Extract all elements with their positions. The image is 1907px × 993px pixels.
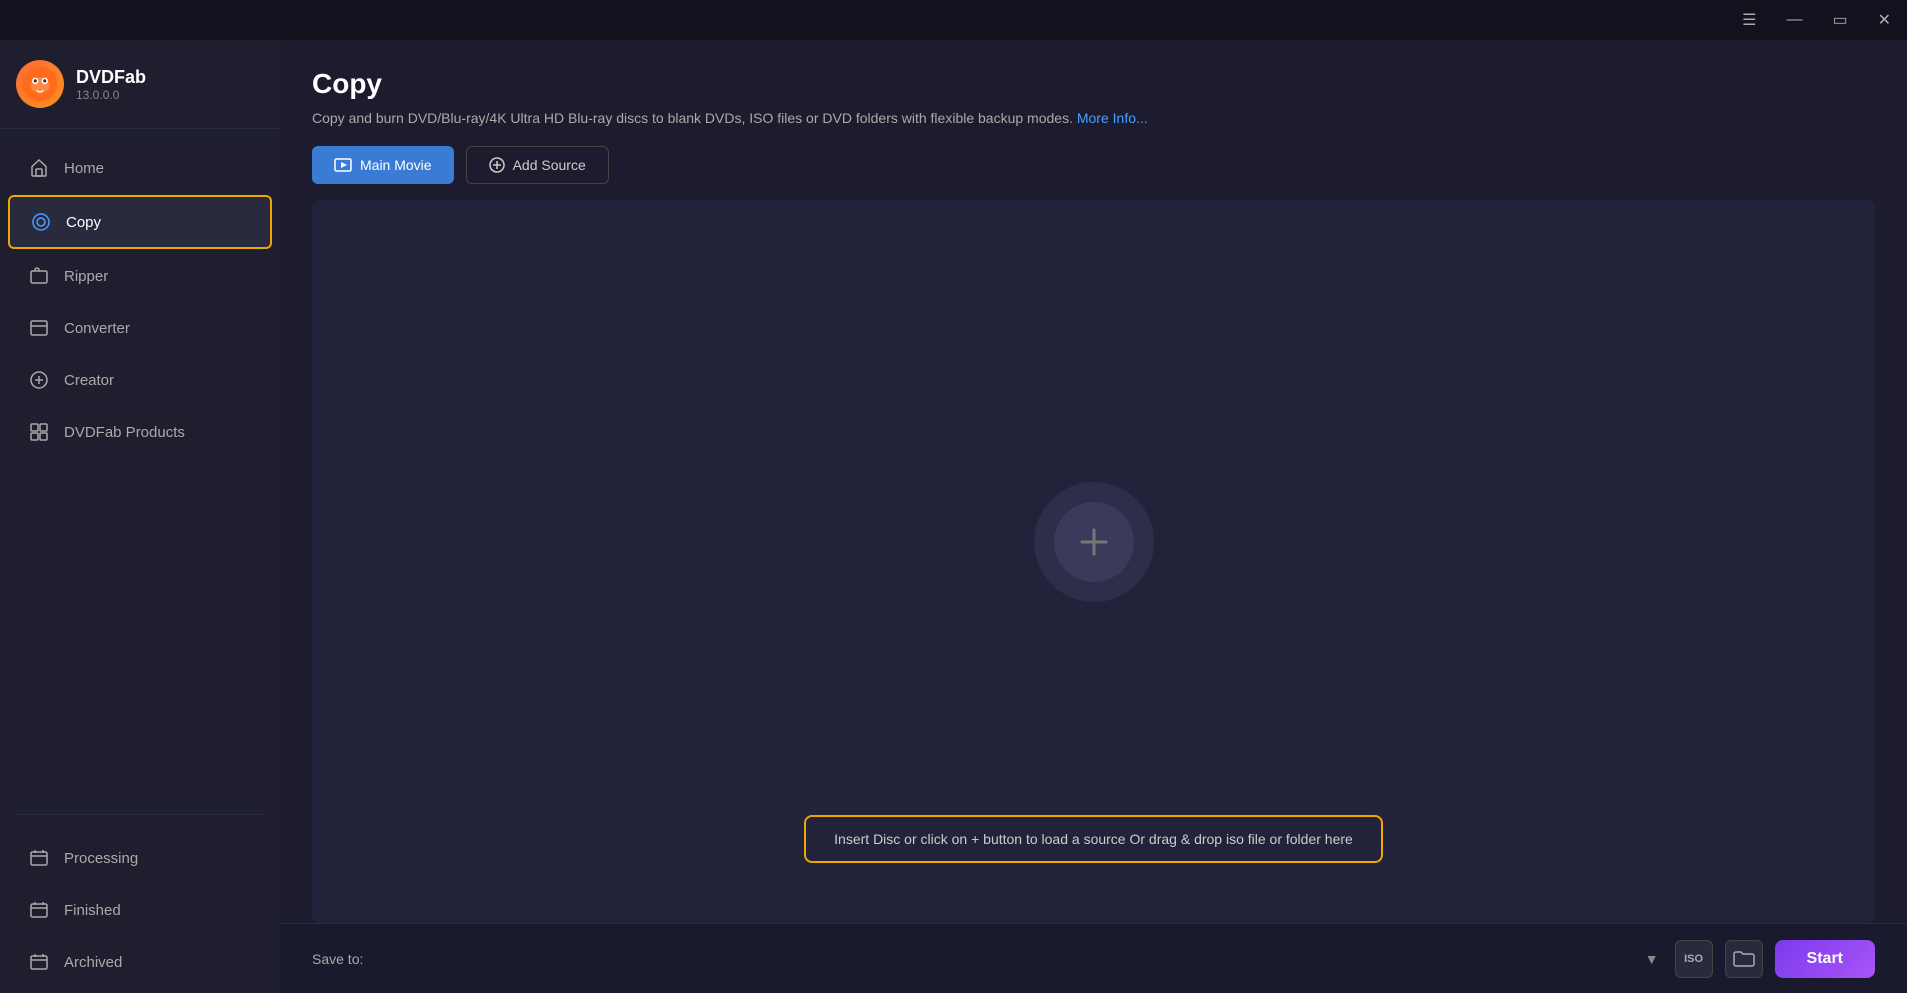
titlebar: ☰ — ▭ ✕ [0, 0, 1907, 40]
main-movie-button[interactable]: Main Movie [312, 146, 454, 184]
folder-button[interactable] [1725, 940, 1763, 978]
finished-icon [28, 899, 50, 921]
add-circle-button[interactable] [1034, 482, 1154, 602]
sidebar-item-processing-label: Processing [64, 850, 138, 867]
menu-button[interactable]: ☰ [1736, 6, 1762, 34]
chevron-down-icon: ▼ [1645, 951, 1659, 967]
bottom-bar: Save to: ▼ ISO Start [280, 923, 1907, 993]
close-button[interactable]: ✕ [1872, 6, 1897, 34]
sidebar-item-converter-label: Converter [64, 320, 130, 337]
iso-button[interactable]: ISO [1675, 940, 1713, 978]
sidebar-item-converter[interactable]: Converter [8, 303, 272, 353]
save-to-dropdown[interactable]: ▼ [379, 951, 1658, 967]
page-header: Copy Copy and burn DVD/Blu-ray/4K Ultra … [280, 40, 1907, 146]
titlebar-buttons: ☰ — ▭ ✕ [1736, 6, 1897, 34]
sidebar-bottom-nav: Processing Finished Archived [0, 827, 280, 993]
folder-icon [1733, 950, 1755, 968]
sidebar-item-creator-label: Creator [64, 372, 114, 389]
drop-hint: Insert Disc or click on + button to load… [804, 815, 1383, 863]
sidebar-item-ripper-label: Ripper [64, 268, 108, 285]
sidebar-item-finished[interactable]: Finished [8, 885, 272, 935]
bottom-actions: ISO Start [1675, 940, 1875, 978]
page-description: Copy and burn DVD/Blu-ray/4K Ultra HD Bl… [312, 110, 1875, 126]
maximize-button[interactable]: ▭ [1826, 6, 1853, 34]
sidebar-item-home[interactable]: Home [8, 143, 272, 193]
toolbar: Main Movie Add Source [280, 146, 1907, 200]
creator-icon [28, 369, 50, 391]
sidebar-nav: Home Copy Ripper Conver [0, 137, 280, 802]
main-content: Copy Copy and burn DVD/Blu-ray/4K Ultra … [280, 40, 1907, 993]
app-logo-icon [16, 60, 64, 108]
sidebar-item-products-label: DVDFab Products [64, 424, 185, 441]
home-icon [28, 157, 50, 179]
sidebar-item-archived-label: Archived [64, 954, 122, 971]
sidebar-item-finished-label: Finished [64, 902, 121, 919]
page-title: Copy [312, 68, 1875, 100]
sidebar-item-home-label: Home [64, 160, 104, 177]
sidebar-item-ripper[interactable]: Ripper [8, 251, 272, 301]
products-icon [28, 421, 50, 443]
sidebar-item-copy-label: Copy [66, 214, 101, 231]
archived-icon [28, 951, 50, 973]
save-to-input[interactable] [379, 951, 1636, 967]
ripper-icon [28, 265, 50, 287]
sidebar: DVDFab 13.0.0.0 Home Copy [0, 40, 280, 993]
add-source-button[interactable]: Add Source [466, 146, 609, 184]
add-circle-inner-icon [1054, 502, 1134, 582]
sidebar-logo: DVDFab 13.0.0.0 [0, 40, 280, 129]
sidebar-item-products[interactable]: DVDFab Products [8, 407, 272, 457]
sidebar-divider [16, 814, 264, 815]
drop-zone[interactable]: Insert Disc or click on + button to load… [312, 200, 1875, 923]
add-source-icon [489, 157, 505, 173]
converter-icon [28, 317, 50, 339]
copy-icon [30, 211, 52, 233]
more-info-link[interactable]: More Info... [1077, 110, 1148, 126]
processing-icon [28, 847, 50, 869]
sidebar-item-copy[interactable]: Copy [8, 195, 272, 249]
sidebar-item-processing[interactable]: Processing [8, 833, 272, 883]
app-name: DVDFab [76, 67, 146, 88]
start-button[interactable]: Start [1775, 940, 1875, 978]
save-to-label: Save to: [312, 951, 363, 967]
main-movie-icon [334, 156, 352, 174]
sidebar-item-archived[interactable]: Archived [8, 937, 272, 987]
app-body: DVDFab 13.0.0.0 Home Copy [0, 40, 1907, 993]
sidebar-item-creator[interactable]: Creator [8, 355, 272, 405]
app-version: 13.0.0.0 [76, 88, 146, 102]
minimize-button[interactable]: — [1780, 7, 1808, 33]
logo-text: DVDFab 13.0.0.0 [76, 67, 146, 102]
